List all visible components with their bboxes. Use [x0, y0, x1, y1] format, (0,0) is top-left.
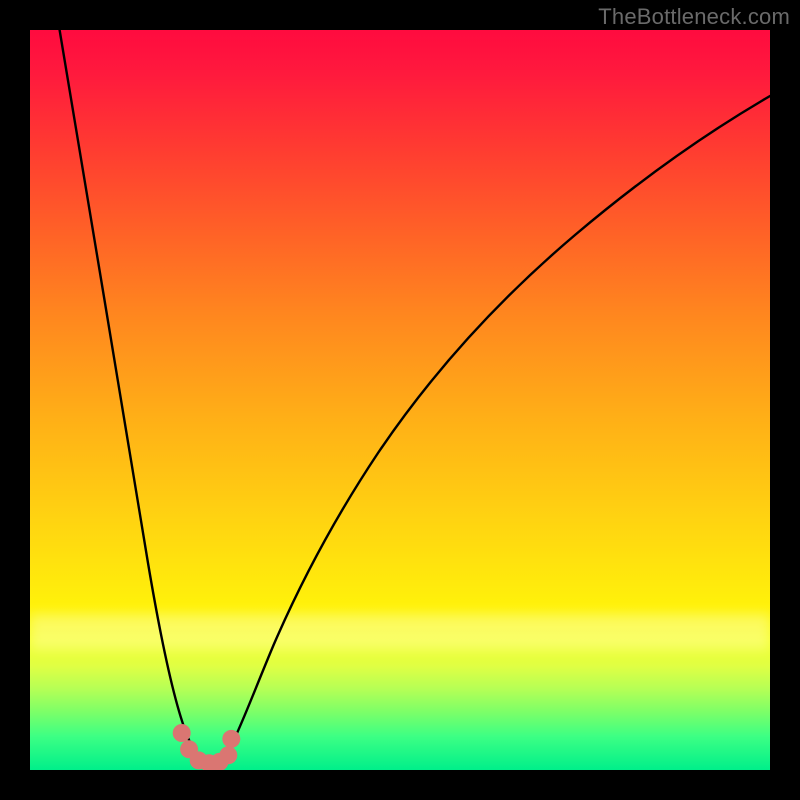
bottleneck-curve-svg: [30, 30, 770, 770]
curve-marker-group: [173, 724, 241, 770]
curve-marker: [219, 746, 237, 764]
plot-area: [30, 30, 770, 770]
bottleneck-curve-path: [60, 30, 770, 764]
curve-marker: [173, 724, 191, 742]
watermark-text: TheBottleneck.com: [598, 4, 790, 30]
curve-marker: [222, 730, 240, 748]
